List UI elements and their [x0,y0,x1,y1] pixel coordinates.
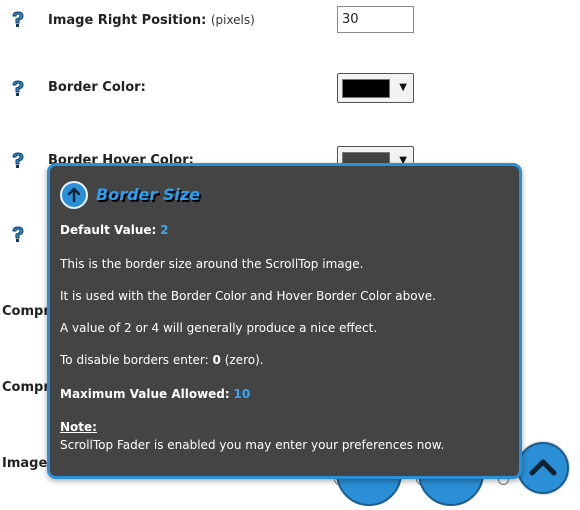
image-label: Image [2,456,48,471]
image-right-position-label: Image Right Position: (pixels) [48,13,255,28]
border-size-tooltip: Border Size Default Value: 2 This is the… [47,163,522,479]
image-right-position-label-text: Image Right Position: [48,13,207,28]
note-heading: Note: [60,420,97,434]
question-mark-icon[interactable] [11,226,25,244]
scroll-to-top-button[interactable] [517,442,569,494]
border-color-picker[interactable]: ▼ [337,73,414,103]
max-value-label: Maximum Value Allowed: [60,387,230,401]
chevron-up-icon [529,459,557,476]
default-value-label: Default Value: [60,223,157,237]
tooltip-title: Border Size [96,185,201,204]
tooltip-description-4: To disable borders enter: 0 (zero). [60,353,264,367]
note-label: Note: [60,420,97,434]
max-value: 10 [233,387,251,401]
compress-label-2: Compr [2,380,50,395]
compress-label-1: Compr [2,304,50,319]
disable-borders-text: To disable borders enter: [60,353,209,367]
disable-borders-suffix: (zero). [224,353,264,367]
question-mark-icon[interactable] [11,80,25,98]
max-value-line: Maximum Value Allowed: 10 [60,387,250,401]
note-text: ScrollTop Fader is enabled you may enter… [60,438,445,452]
image-right-position-input[interactable]: 30 [337,6,414,33]
question-mark-icon[interactable] [11,152,25,170]
pixels-hint: (pixels) [210,13,255,27]
dropdown-caret-icon: ▼ [399,82,407,93]
default-value-line: Default Value: 2 [60,223,169,237]
border-color-swatch [342,79,390,98]
tooltip-description-3: A value of 2 or 4 will generally produce… [60,321,378,335]
question-mark-icon[interactable] [11,11,25,29]
disable-borders-value: 0 [212,353,221,367]
tooltip-description-1: This is the border size around the Scrol… [60,257,364,271]
border-color-label: Border Color: [48,80,146,95]
arrow-up-circle-icon [60,181,88,209]
tooltip-description-2: It is used with the Border Color and Hov… [60,289,436,303]
default-value: 2 [160,223,169,237]
